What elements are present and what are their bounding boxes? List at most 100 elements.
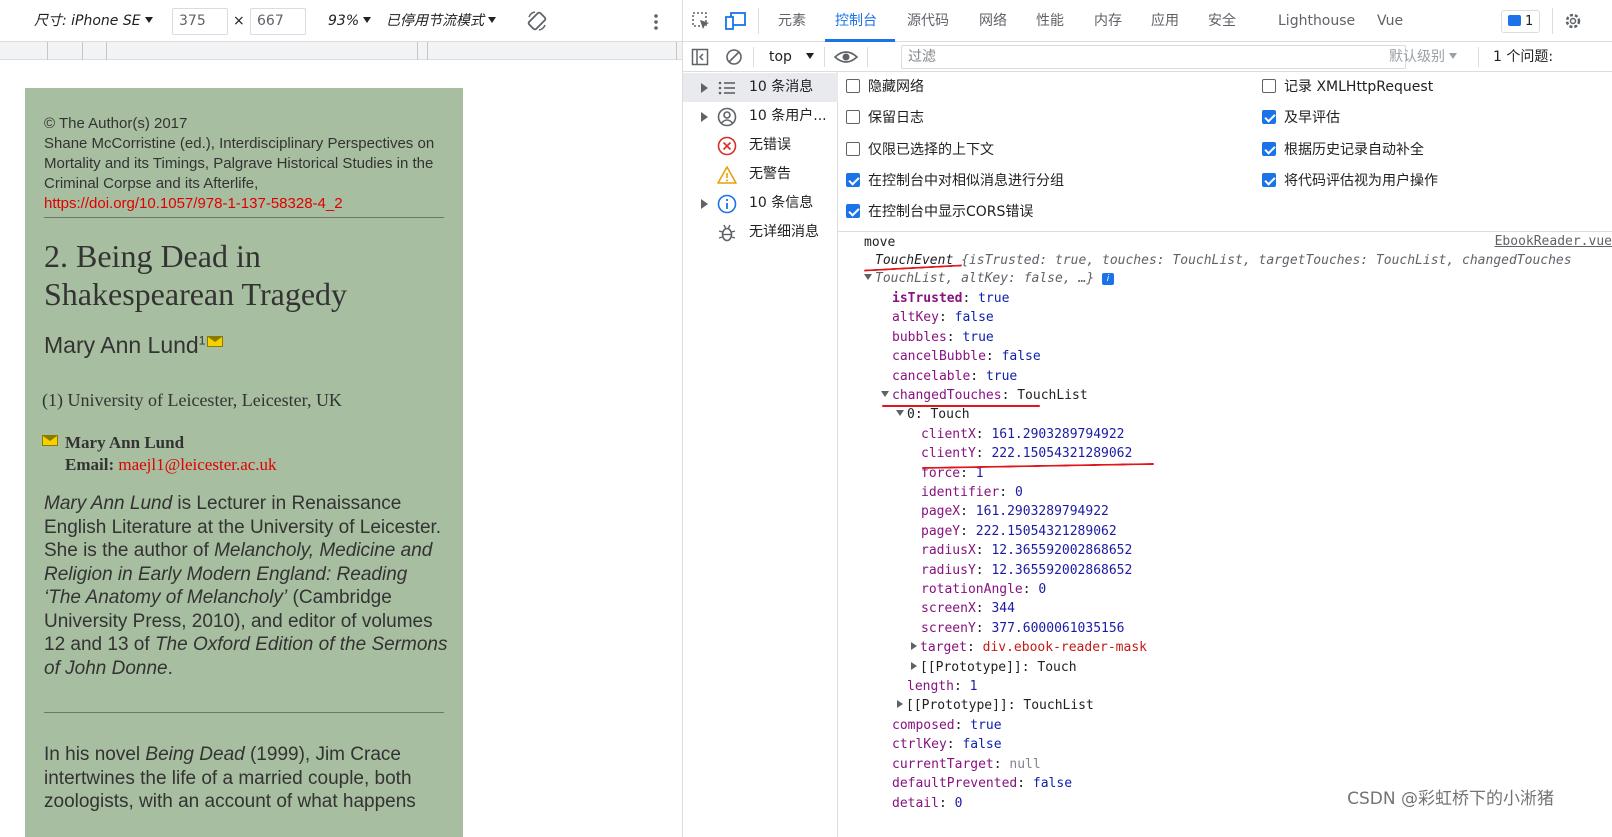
- info-badge-icon[interactable]: i: [1101, 273, 1114, 285]
- prop-value: div.ebook-reader-mask: [982, 640, 1147, 655]
- expand-arrow-icon[interactable]: [911, 662, 917, 670]
- log-level-select[interactable]: 默认级别: [1389, 42, 1457, 72]
- filter-input[interactable]: [901, 45, 1406, 69]
- prop-key: isTrusted: [892, 291, 963, 306]
- prop-row: cancelable: true: [892, 369, 1018, 384]
- context-select[interactable]: top: [769, 42, 814, 72]
- expand-arrow-icon[interactable]: [701, 199, 708, 209]
- prop-row: screenY: 377.6000061035156: [921, 621, 1125, 636]
- touch-event-row[interactable]: TouchEvent {isTrusted: true, touches: To…: [864, 251, 1572, 270]
- checkbox-box[interactable]: [846, 142, 860, 156]
- more-options-icon[interactable]: [650, 12, 662, 32]
- log-xhr-checkbox[interactable]: 记录 XMLHttpRequest: [1262, 72, 1433, 102]
- eager-eval-checkbox[interactable]: 及早评估: [1262, 103, 1340, 133]
- expand-arrow-icon[interactable]: [701, 112, 708, 122]
- prop-value: 0: [954, 796, 963, 811]
- prop-value: 1: [969, 679, 978, 694]
- sidebar-item-errors[interactable]: 无错误: [683, 131, 838, 160]
- live-expression-eye-icon[interactable]: [834, 49, 858, 65]
- tab-sources[interactable]: 源代码: [907, 0, 949, 42]
- changed-touches-row[interactable]: changedTouches: TouchList: [881, 386, 1088, 405]
- tab-memory[interactable]: 内存: [1094, 0, 1122, 42]
- sidebar-item-verbose[interactable]: 无详细消息: [683, 218, 838, 247]
- checkbox-box[interactable]: [846, 173, 860, 187]
- tab-network[interactable]: 网络: [979, 0, 1007, 42]
- sidebar-item-info[interactable]: 10 条信息: [683, 189, 838, 218]
- group-similar-checkbox[interactable]: 在控制台中对相似消息进行分组: [846, 166, 1064, 196]
- affiliation: (1) University of Leicester, Leicester, …: [42, 390, 342, 410]
- zoom-select[interactable]: 93%: [328, 0, 372, 42]
- touchlist-preview-row[interactable]: TouchList, altKey: false, …} i: [864, 269, 1114, 288]
- sidebar-item-messages[interactable]: 10 条消息: [683, 73, 838, 102]
- expand-arrow-icon[interactable]: [701, 83, 708, 93]
- tab-performance[interactable]: 性能: [1036, 0, 1064, 42]
- expand-arrow-icon[interactable]: [881, 391, 889, 397]
- width-input[interactable]: 375: [172, 8, 228, 35]
- throttle-select[interactable]: 已停用节流模式: [386, 0, 496, 42]
- prop-row: defaultPrevented: false: [892, 776, 1073, 791]
- checkbox-box[interactable]: [1262, 142, 1276, 156]
- tab-console[interactable]: 控制台: [835, 0, 877, 42]
- hide-network-checkbox[interactable]: 隐藏网络: [846, 72, 924, 102]
- device-select[interactable]: 尺寸: iPhone SE: [34, 0, 153, 42]
- sidebar-item-user-messages[interactable]: 10 条用户...: [683, 102, 838, 131]
- inspect-element-icon[interactable]: [691, 11, 711, 31]
- target-row[interactable]: target: div.ebook-reader-mask: [911, 638, 1147, 657]
- sidebar-toggle-icon[interactable]: [691, 48, 709, 66]
- settings-gear-icon[interactable]: [1563, 11, 1583, 31]
- tab-lighthouse[interactable]: Lighthouse: [1278, 0, 1355, 42]
- checkbox-box[interactable]: [846, 110, 860, 124]
- prop-key: clientY: [921, 446, 976, 461]
- clear-console-icon[interactable]: [725, 48, 743, 66]
- sidebar-item-warnings[interactable]: 无警告: [683, 160, 838, 189]
- tab-elements[interactable]: 元素: [778, 0, 806, 42]
- touch-index-row[interactable]: 0: Touch: [896, 405, 970, 424]
- user-activation-checkbox[interactable]: 将代码评估视为用户操作: [1262, 166, 1438, 196]
- rotate-icon[interactable]: [526, 10, 548, 32]
- prop-row: cancelBubble: false: [892, 349, 1041, 364]
- selected-context-checkbox[interactable]: 仅限已选择的上下文: [846, 135, 994, 165]
- checkbox-box[interactable]: [846, 79, 860, 93]
- log-level-label: 默认级别: [1389, 49, 1445, 65]
- prop-key: [[Prototype]]: TouchList: [906, 698, 1094, 713]
- body-paragraph: In his novel Being Dead (1999), Jim Crac…: [44, 743, 449, 814]
- height-input[interactable]: 667: [250, 8, 306, 35]
- prop-value: true: [985, 369, 1018, 384]
- checkbox-box[interactable]: [846, 204, 860, 218]
- tab-vue[interactable]: Vue: [1377, 0, 1403, 42]
- expand-arrow-icon[interactable]: [897, 700, 903, 708]
- prop-key: ctrlKey: [892, 737, 947, 752]
- ebook-page[interactable]: © The Author(s) 2017 Shane McCorristine …: [25, 88, 463, 837]
- expand-arrow-icon[interactable]: [911, 642, 917, 650]
- checkbox-box[interactable]: [1262, 173, 1276, 187]
- doi-link[interactable]: https://doi.org/10.1057/978-1-137-58328-…: [44, 194, 444, 214]
- tab-security[interactable]: 安全: [1208, 0, 1236, 42]
- object-preview: {isTrusted: true, touches: TouchList, ta…: [953, 253, 1572, 268]
- checkbox-label: 根据历史记录自动补全: [1284, 142, 1424, 158]
- prop-key: radiusY: [921, 563, 976, 578]
- envelope-icon: [42, 435, 58, 446]
- prop-key: 0: Touch: [907, 407, 970, 422]
- checkbox-box[interactable]: [1262, 79, 1276, 93]
- tab-application[interactable]: 应用: [1151, 0, 1179, 42]
- envelope-icon[interactable]: [207, 336, 224, 347]
- source-link[interactable]: EbookReader.vue: [1495, 234, 1612, 249]
- prop-value: 161.2903289794922: [991, 427, 1125, 442]
- email-link[interactable]: maejl1@leicester.ac.uk: [118, 455, 276, 474]
- prototype-row[interactable]: [[Prototype]]: Touch: [911, 658, 1077, 677]
- prototype-row[interactable]: [[Prototype]]: TouchList: [897, 696, 1094, 715]
- prop-row: composed: true: [892, 718, 1002, 733]
- autocomplete-checkbox[interactable]: 根据历史记录自动补全: [1262, 135, 1424, 165]
- preserve-log-checkbox[interactable]: 保留日志: [846, 103, 924, 133]
- show-cors-checkbox[interactable]: 在控制台中显示CORS错误: [846, 197, 1033, 227]
- checkbox-box[interactable]: [1262, 110, 1276, 124]
- issues-badge[interactable]: 1: [1501, 10, 1541, 33]
- expand-arrow-icon[interactable]: [896, 410, 904, 416]
- divider: [44, 712, 444, 713]
- prop-key: pageY: [921, 524, 961, 539]
- issues-link[interactable]: 1 个问题:: [1493, 42, 1553, 72]
- prop-value: 12.365592002868652: [991, 563, 1133, 578]
- device-toggle-icon[interactable]: [725, 11, 747, 31]
- prop-row: screenX: 344: [921, 601, 1015, 616]
- prop-value: true: [978, 291, 1010, 306]
